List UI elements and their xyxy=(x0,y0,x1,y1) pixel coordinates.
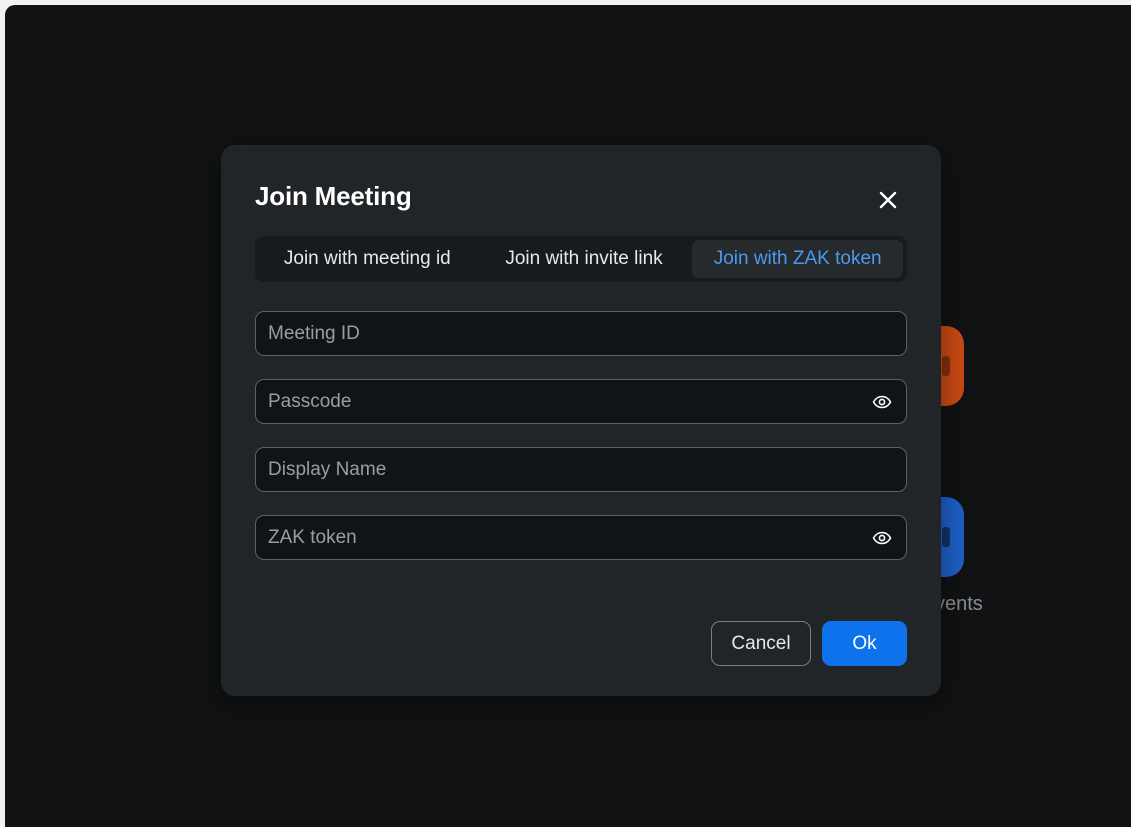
display-name-input[interactable] xyxy=(256,448,906,491)
cancel-button[interactable]: Cancel xyxy=(711,621,811,666)
zak-token-visibility-toggle[interactable] xyxy=(870,526,894,550)
join-method-tabs: Join with meeting id Join with invite li… xyxy=(255,236,907,282)
tab-meeting-id[interactable]: Join with meeting id xyxy=(259,240,476,278)
passcode-input[interactable] xyxy=(256,380,870,423)
meeting-id-input[interactable] xyxy=(256,312,906,355)
dialog-title: Join Meeting xyxy=(255,181,412,211)
tile-glyph-icon xyxy=(942,527,950,547)
background-tile-label: vents xyxy=(935,593,983,615)
eye-icon xyxy=(872,531,892,544)
eye-icon xyxy=(872,395,892,408)
close-icon xyxy=(879,191,897,209)
passcode-visibility-toggle[interactable] xyxy=(870,390,894,414)
tile-glyph-icon xyxy=(942,356,950,376)
tab-invite-link[interactable]: Join with invite link xyxy=(480,240,689,278)
join-meeting-dialog: Join Meeting Join with meeting id Join w… xyxy=(221,145,941,696)
zak-token-field xyxy=(255,515,907,560)
passcode-field xyxy=(255,379,907,424)
zak-token-input[interactable] xyxy=(256,516,870,559)
display-name-field xyxy=(255,447,907,492)
ok-button[interactable]: Ok xyxy=(822,621,907,666)
app-window: vents Join Meeting Join with meeting id … xyxy=(5,5,1131,827)
close-button[interactable] xyxy=(873,185,903,215)
meeting-id-field xyxy=(255,311,907,356)
tab-zak-token[interactable]: Join with ZAK token xyxy=(692,240,903,278)
